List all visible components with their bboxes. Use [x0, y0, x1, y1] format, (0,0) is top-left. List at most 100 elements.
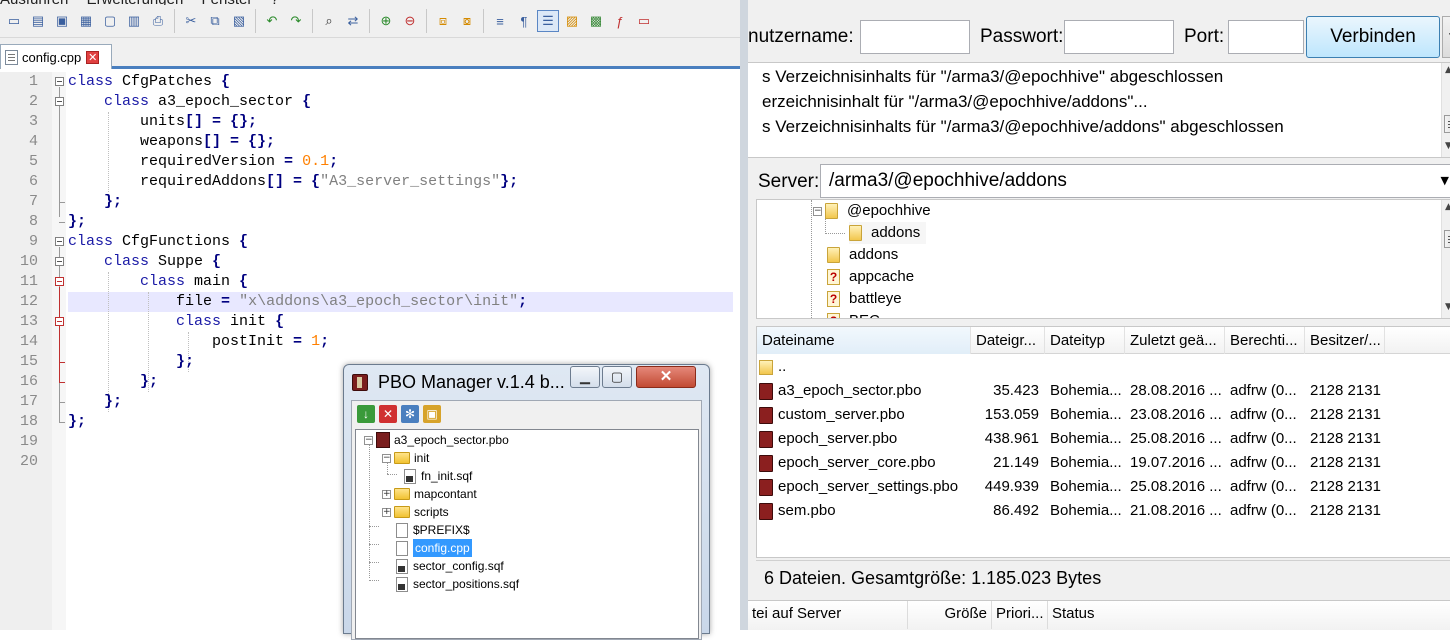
tree-item-addons-selected[interactable]: addons [849, 222, 927, 244]
file-row[interactable]: epoch_server_settings.pbo 449.939 Bohemi… [757, 475, 1450, 499]
close-tab-icon[interactable]: ✕ [86, 50, 100, 64]
show-all-chars-icon[interactable]: ¶ [513, 10, 535, 32]
log-scrollbar[interactable]: ▲ ▼ [1441, 63, 1450, 157]
doc-map-icon[interactable]: ▨ [561, 10, 583, 32]
connect-dropdown-arrow-icon[interactable]: ▼ [1442, 16, 1450, 58]
queue-column-status[interactable]: Status [1048, 601, 1450, 629]
fold-toggle-icon[interactable] [55, 257, 64, 266]
scroll-up-icon[interactable]: ▲ [1445, 65, 1450, 75]
collapse-icon[interactable]: − [813, 206, 822, 216]
open-file-icon[interactable]: ▤ [27, 10, 49, 32]
tree-item-fn-init[interactable]: fn_init.sqf [404, 467, 472, 485]
queue-column-size[interactable]: Größe [908, 601, 992, 629]
column-header-permissions[interactable]: Berechti... [1225, 327, 1305, 354]
close-button[interactable]: ✕ [636, 366, 696, 388]
remote-path-combo[interactable]: /arma3/@epochhive/addons ▼ [820, 164, 1450, 198]
new-file-icon[interactable]: ▭ [3, 10, 25, 32]
tree-scrollbar[interactable]: ▲ ▼ [1441, 200, 1450, 318]
expand-icon[interactable]: + [382, 489, 391, 499]
tree-item-pbo-root[interactable]: − a3_epoch_sector.pbo [364, 431, 509, 449]
tree-item-bec[interactable]: ? BEC [827, 310, 880, 318]
paste-icon[interactable]: ▧ [228, 10, 250, 32]
scroll-up-icon[interactable]: ▲ [1445, 202, 1450, 212]
save-all-icon[interactable]: ▦ [75, 10, 97, 32]
port-input[interactable] [1228, 20, 1304, 54]
tree-item-battleye[interactable]: ? battleye [827, 288, 902, 310]
tree-item-appcache[interactable]: ? appcache [827, 266, 914, 288]
file-row[interactable]: a3_epoch_sector.pbo 35.423 Bohemia... 28… [757, 379, 1450, 403]
scroll-down-icon[interactable]: ▼ [1445, 141, 1450, 151]
copy-icon[interactable]: ⧉ [204, 10, 226, 32]
redo-icon[interactable]: ↷ [285, 10, 307, 32]
fold-toggle-icon[interactable] [55, 317, 64, 326]
queue-column-priority[interactable]: Priori... [992, 601, 1048, 629]
collapse-icon[interactable]: − [382, 453, 391, 463]
tree-item-init[interactable]: − init [382, 449, 429, 467]
tree-item-sector-positions[interactable]: sector_positions.sqf [396, 575, 519, 593]
minimize-button[interactable]: ▁ [570, 366, 600, 388]
sync-vertical-icon[interactable]: ⧈ [432, 10, 454, 32]
zoom-in-icon[interactable]: ⊕ [375, 10, 397, 32]
password-input[interactable] [1064, 20, 1174, 54]
save-icon[interactable]: ▣ [51, 10, 73, 32]
file-row[interactable]: epoch_server.pbo 438.961 Bohemia... 25.0… [757, 427, 1450, 451]
code-line: file = "x\addons\a3_epoch_sector\init"; [68, 292, 527, 312]
find-icon[interactable]: ⌕ [318, 10, 340, 32]
expand-icon[interactable]: + [382, 507, 391, 517]
username-input[interactable] [860, 20, 970, 54]
tree-item-config-cpp[interactable]: config.cpp [396, 539, 472, 557]
word-wrap-icon[interactable]: ≡ [489, 10, 511, 32]
scroll-thumb[interactable] [1444, 230, 1450, 248]
sync-horizontal-icon[interactable]: ⧇ [456, 10, 478, 32]
lock-icon[interactable]: ▣ [423, 405, 441, 423]
line-number: 5 [28, 153, 38, 170]
fold-end [59, 202, 65, 203]
cut-icon[interactable]: ✂ [180, 10, 202, 32]
file-row[interactable]: custom_server.pbo 153.059 Bohemia... 23.… [757, 403, 1450, 427]
tree-item-scripts[interactable]: + scripts [382, 503, 449, 521]
fold-toggle-icon[interactable] [55, 237, 64, 246]
collapse-icon[interactable]: − [364, 435, 373, 445]
tree-item-prefix[interactable]: $PREFIX$ [396, 521, 470, 539]
fold-toggle-icon[interactable] [55, 97, 64, 106]
close-file-icon[interactable]: ▢ [99, 10, 121, 32]
settings-gear-icon[interactable]: ✻ [401, 405, 419, 423]
zoom-out-icon[interactable]: ⊖ [399, 10, 421, 32]
fold-toggle-icon[interactable] [55, 277, 64, 286]
tab-config-cpp[interactable]: config.cpp ✕ [0, 44, 112, 69]
file-row[interactable]: epoch_server_core.pbo 21.149 Bohemia... … [757, 451, 1450, 475]
scroll-down-icon[interactable]: ▼ [1445, 302, 1450, 312]
extract-icon[interactable]: ↓ [357, 405, 375, 423]
tree-item-mapcontant[interactable]: + mapcontant [382, 485, 477, 503]
chevron-down-icon[interactable]: ▼ [1441, 165, 1449, 197]
line-number: 6 [28, 173, 38, 190]
print-icon[interactable]: ⎙ [147, 10, 169, 32]
queue-column-server-file[interactable]: tei auf Server [748, 601, 908, 629]
column-header-owner[interactable]: Besitzer/... [1305, 327, 1385, 354]
identifier: init [221, 313, 276, 330]
close-all-icon[interactable]: ▥ [123, 10, 145, 32]
fold-toggle-icon[interactable] [55, 77, 64, 86]
scroll-thumb[interactable] [1444, 115, 1450, 133]
connect-button[interactable]: Verbinden [1306, 16, 1440, 58]
undo-icon[interactable]: ↶ [261, 10, 283, 32]
number-literal: 0.1 [302, 153, 330, 170]
file-row[interactable]: sem.pbo 86.492 Bohemia... 21.08.2016 ...… [757, 499, 1450, 523]
column-header-filesize[interactable]: Dateigr... [971, 327, 1045, 354]
tree-item-epochhive[interactable]: − @epochhive [813, 200, 931, 222]
replace-icon[interactable]: ⇄ [342, 10, 364, 32]
column-header-filename[interactable]: Dateiname [757, 327, 971, 354]
maximize-button[interactable]: ▢ [602, 366, 632, 388]
column-header-modified[interactable]: Zuletzt geä... [1125, 327, 1225, 354]
indent-guide-icon[interactable]: ☰ [537, 10, 559, 32]
tree-item-addons[interactable]: addons [827, 244, 898, 266]
tree-item-sector-config[interactable]: sector_config.sqf [396, 557, 504, 575]
column-header-filetype[interactable]: Dateityp [1045, 327, 1125, 354]
file-type: Bohemia... [1050, 406, 1122, 423]
delete-icon[interactable]: ✕ [379, 405, 397, 423]
file-row-parent[interactable]: .. [757, 355, 1450, 379]
title-bar[interactable]: PBO Manager v.1.4 b... ▁ ▢ ✕ [344, 365, 709, 399]
macro-record-icon[interactable]: ƒ [609, 10, 631, 32]
macro-stop-icon[interactable]: ▭ [633, 10, 655, 32]
function-list-icon[interactable]: ▩ [585, 10, 607, 32]
